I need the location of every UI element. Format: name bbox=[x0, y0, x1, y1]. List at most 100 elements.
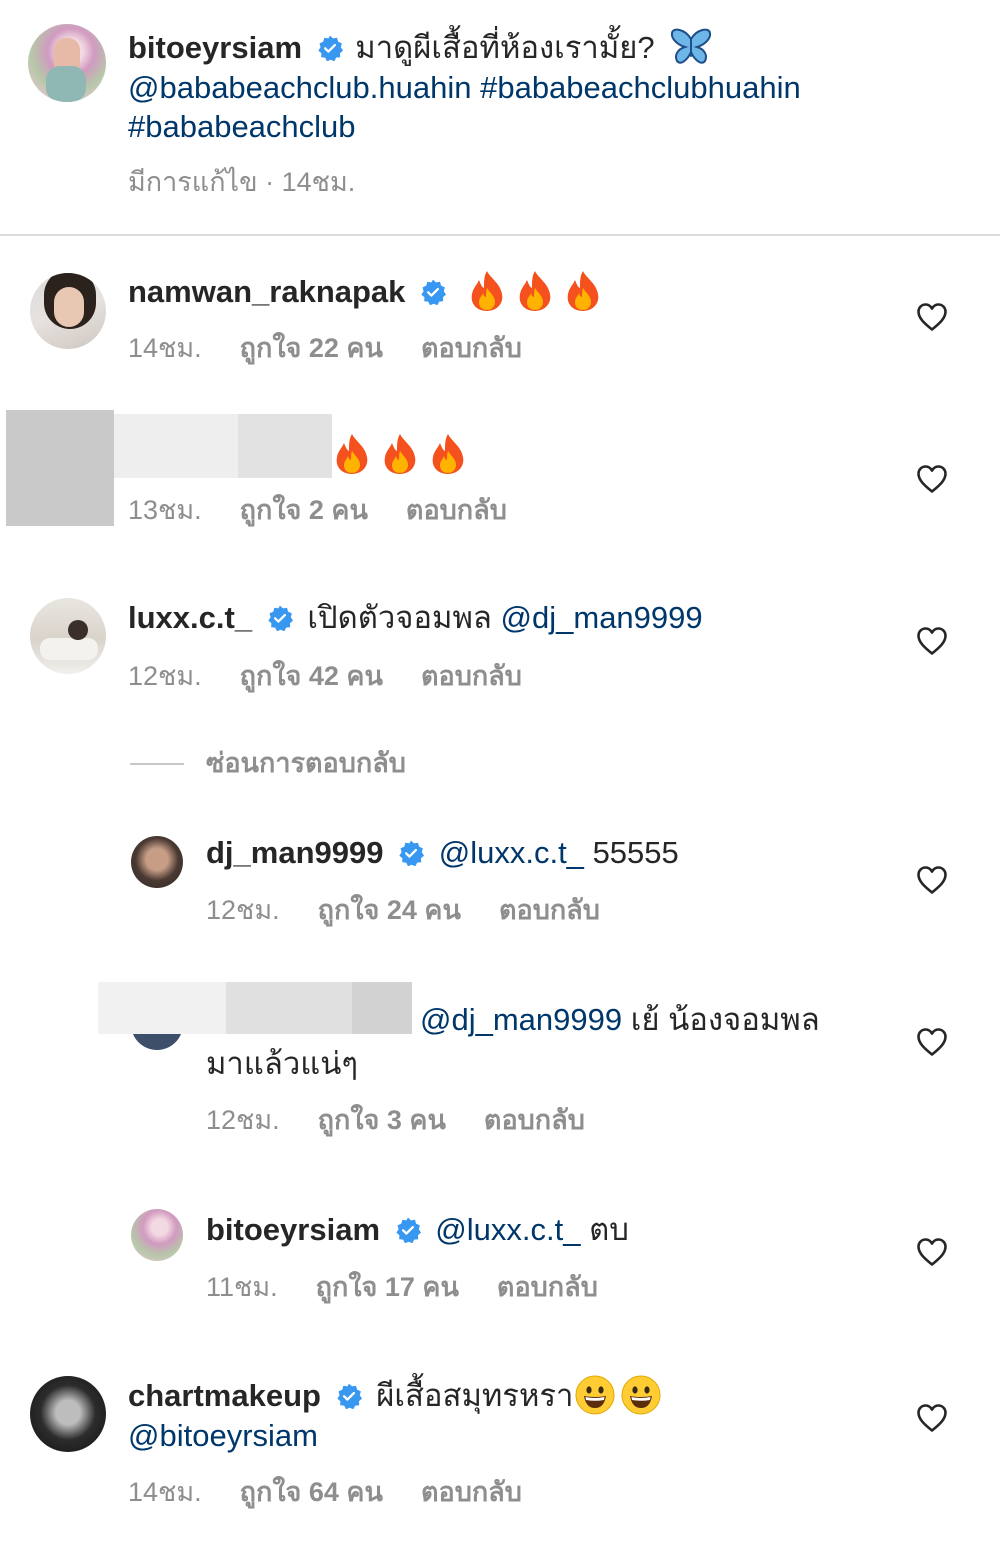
redacted-username bbox=[114, 414, 238, 478]
verified-badge-icon bbox=[267, 605, 293, 631]
likes-count[interactable]: ถูกใจ 22 คน bbox=[240, 333, 383, 363]
reply-button[interactable]: ตอบกลับ bbox=[421, 333, 522, 363]
heart-icon[interactable] bbox=[916, 302, 948, 332]
reply-text: bitoeyrsiam @luxx.c.t_ ตบ bbox=[206, 1210, 629, 1250]
comment-meta: 12ชม. ถูกใจ 42 คน ตอบกลับ bbox=[128, 659, 560, 693]
verified-badge-icon bbox=[395, 1217, 421, 1243]
comment-meta: 14ชม. ถูกใจ 22 คน ตอบกลับ bbox=[128, 331, 560, 365]
reply-text: @dj_man9999 เย้ น้องจอมพล bbox=[420, 1000, 820, 1040]
likes-count[interactable]: ถูกใจ 42 คน bbox=[240, 661, 383, 691]
heart-icon[interactable] bbox=[916, 626, 948, 656]
comment-text bbox=[334, 432, 466, 475]
redacted-avatar bbox=[6, 410, 114, 526]
comment-mention-line: @bitoeyrsiam bbox=[128, 1416, 318, 1456]
fire-emoji-icon bbox=[430, 433, 466, 475]
comment-meta: 13ชม. ถูกใจ 2 คน ตอบกลับ bbox=[128, 493, 545, 527]
caption-meta: มีการแก้ไข · 14ชม. bbox=[128, 167, 356, 197]
comment-username[interactable]: namwan_raknapak bbox=[128, 274, 405, 309]
comment-time: 13ชม. bbox=[128, 495, 202, 525]
avatar[interactable] bbox=[131, 836, 183, 888]
caption-body: มาดูผีเสื้อที่ห้องเรามั้ย? bbox=[355, 30, 655, 65]
reply-meta: 12ชม. ถูกใจ 24 คน ตอบกลับ bbox=[206, 893, 638, 927]
reply-button[interactable]: ตอบกลับ bbox=[499, 895, 600, 925]
fire-emoji-icon bbox=[517, 270, 553, 312]
likes-count[interactable]: ถูกใจ 64 คน bbox=[240, 1477, 383, 1507]
heart-icon[interactable] bbox=[916, 865, 948, 895]
caption-text-line-1: bitoeyrsiam มาดูผีเสื้อที่ห้องเรามั้ย? bbox=[128, 28, 713, 68]
redacted-username bbox=[98, 982, 226, 1034]
butterfly-emoji-icon bbox=[669, 27, 713, 67]
fire-emoji-icon bbox=[565, 270, 601, 312]
heart-icon[interactable] bbox=[916, 1237, 948, 1267]
caption-hashtag-1[interactable]: #bababeachclubhuahin bbox=[480, 70, 801, 105]
comment-time: 14ชม. bbox=[128, 333, 202, 363]
caption-avatar[interactable] bbox=[28, 24, 106, 102]
caption-hashtag-line: #bababeachclub bbox=[128, 107, 356, 147]
verified-badge-icon bbox=[420, 279, 446, 305]
reply-button[interactable]: ตอบกลับ bbox=[421, 661, 522, 691]
likes-count[interactable]: ถูกใจ 3 คน bbox=[318, 1105, 446, 1135]
verified-badge-icon bbox=[336, 1383, 362, 1409]
avatar[interactable] bbox=[30, 273, 106, 349]
fire-emoji-icon bbox=[334, 433, 370, 475]
comment-mention[interactable]: @bitoeyrsiam bbox=[128, 1418, 318, 1453]
comment-text: namwan_raknapak bbox=[128, 272, 601, 312]
redacted-username bbox=[352, 982, 412, 1034]
reply-mention[interactable]: @luxx.c.t_ bbox=[435, 1212, 580, 1247]
reply-button[interactable]: ตอบกลับ bbox=[406, 495, 507, 525]
reply-time: 12ชม. bbox=[206, 895, 280, 925]
divider bbox=[0, 234, 1000, 236]
reply-meta: 11ชม. ถูกใจ 17 คน ตอบกลับ bbox=[206, 1270, 636, 1304]
reply-username[interactable]: bitoeyrsiam bbox=[206, 1212, 380, 1247]
reply-button[interactable]: ตอบกลับ bbox=[484, 1105, 585, 1135]
fire-emoji-icon bbox=[469, 270, 505, 312]
verified-badge-icon bbox=[317, 35, 343, 61]
reply-mention[interactable]: @dj_man9999 bbox=[420, 1002, 622, 1037]
verified-badge-icon bbox=[398, 840, 424, 866]
likes-count[interactable]: ถูกใจ 2 คน bbox=[240, 495, 368, 525]
comment-body: เปิดตัวจอมพล bbox=[307, 600, 492, 635]
redacted-username bbox=[238, 414, 332, 478]
caption-mention-line: @bababeachclub.huahin #bababeachclubhuah… bbox=[128, 68, 801, 108]
comment-mention[interactable]: @dj_man9999 bbox=[501, 600, 703, 635]
avatar[interactable] bbox=[30, 598, 106, 674]
comment-body: ผีเสื้อสมุทรหรา bbox=[376, 1378, 574, 1413]
heart-icon[interactable] bbox=[916, 1027, 948, 1057]
reply-body: ตบ bbox=[589, 1212, 629, 1247]
avatar[interactable] bbox=[131, 1209, 183, 1261]
hide-replies-button[interactable]: ซ่อนการตอบกลับ bbox=[206, 746, 406, 780]
caption-mention[interactable]: @bababeachclub.huahin bbox=[128, 70, 471, 105]
reply-text: dj_man9999 @luxx.c.t_ 55555 bbox=[206, 833, 679, 873]
hide-replies-line bbox=[130, 763, 184, 765]
reply-time: 12ชม. bbox=[206, 1105, 280, 1135]
caption-username[interactable]: bitoeyrsiam bbox=[128, 30, 302, 65]
likes-count[interactable]: ถูกใจ 17 คน bbox=[316, 1272, 459, 1302]
comment-username[interactable]: chartmakeup bbox=[128, 1378, 321, 1413]
fire-emoji-icon bbox=[382, 433, 418, 475]
reply-body: 55555 bbox=[592, 835, 679, 870]
comment-text: luxx.c.t_ เปิดตัวจอมพล @dj_man9999 bbox=[128, 598, 703, 638]
reply-button[interactable]: ตอบกลับ bbox=[497, 1272, 598, 1302]
comment-meta: 14ชม. ถูกใจ 64 คน ตอบกลับ bbox=[128, 1475, 560, 1509]
reply-meta: 12ชม. ถูกใจ 3 คน ตอบกลับ bbox=[206, 1103, 623, 1137]
avatar[interactable] bbox=[30, 1376, 106, 1452]
comment-username[interactable]: luxx.c.t_ bbox=[128, 600, 252, 635]
comment-time: 14ชม. bbox=[128, 1477, 202, 1507]
redacted-username bbox=[226, 982, 352, 1034]
heart-icon[interactable] bbox=[916, 1403, 948, 1433]
heart-icon[interactable] bbox=[916, 464, 948, 494]
reply-username[interactable]: dj_man9999 bbox=[206, 835, 384, 870]
grinning-face-emoji-icon bbox=[575, 1375, 615, 1415]
reply-text-line-2: มาแล้วแน่ๆ bbox=[206, 1046, 359, 1081]
caption-edited: มีการแก้ไข bbox=[128, 167, 258, 197]
likes-count[interactable]: ถูกใจ 24 คน bbox=[318, 895, 461, 925]
comment-time: 12ชม. bbox=[128, 661, 202, 691]
caption-time: 14ชม. bbox=[281, 167, 356, 197]
reply-time: 11ชม. bbox=[206, 1272, 278, 1302]
caption-hashtag-2[interactable]: #bababeachclub bbox=[128, 109, 356, 144]
reply-body: เย้ น้องจอมพล bbox=[630, 1002, 820, 1037]
grinning-face-emoji-icon bbox=[621, 1375, 661, 1415]
reply-mention[interactable]: @luxx.c.t_ bbox=[439, 835, 584, 870]
reply-button[interactable]: ตอบกลับ bbox=[421, 1477, 522, 1507]
comment-text: chartmakeup ผีเสื้อสมุทรหรา bbox=[128, 1376, 661, 1416]
